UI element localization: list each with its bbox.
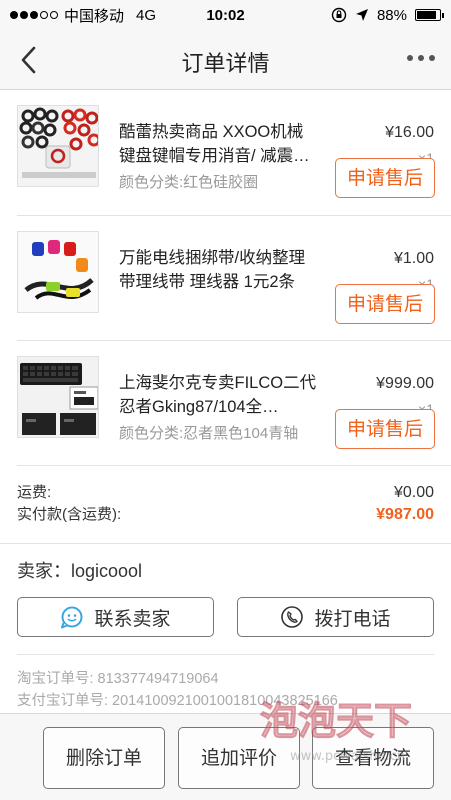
contact-actions: 联系卖家 拨打电话 <box>17 597 434 637</box>
battery-icon <box>415 9 444 21</box>
phone-icon <box>281 606 304 628</box>
chat-bubble-icon <box>61 606 83 629</box>
apply-after-sale-button[interactable]: 申请售后 <box>335 284 435 324</box>
divider <box>17 654 434 655</box>
contact-seller-button[interactable]: 联系卖家 <box>17 597 214 637</box>
delete-order-button[interactable]: 删除订单 <box>43 727 165 789</box>
apply-after-sale-button[interactable]: 申请售后 <box>335 158 435 198</box>
order-totals: 运费: ¥0.00 实付款(含运费): ¥987.00 <box>17 482 434 526</box>
product-price: ¥1.00 <box>393 250 434 267</box>
add-review-button[interactable]: 追加评价 <box>178 727 300 789</box>
status-bar: 中国移动 4G 10:02 88% <box>0 0 451 30</box>
product-attribute: 颜色分类:红色硅胶圈 <box>119 174 259 191</box>
product-image-keycap-rings[interactable] <box>17 105 99 187</box>
product-image-keyboard[interactable] <box>17 356 99 438</box>
apply-after-sale-button[interactable]: 申请售后 <box>335 409 435 449</box>
taobao-order-number: 淘宝订单号: 813377494719064 <box>17 671 219 687</box>
order-item[interactable]: 酷蕾热卖商品 XXOO机械键盘键帽专用消音/ 减震… 颜色分类:红色硅胶圈 ¥1… <box>17 90 451 216</box>
seller-name: 卖家：logicoool <box>17 561 143 581</box>
shipping-value: ¥0.00 <box>393 484 434 501</box>
network-type: 4G <box>136 6 157 24</box>
product-image-cable-ties[interactable] <box>17 231 99 313</box>
back-chevron-icon[interactable] <box>14 42 44 78</box>
product-title[interactable]: 上海斐尔克专卖FILCO二代忍者Gking87/104全… <box>119 371 319 419</box>
product-price: ¥999.00 <box>376 375 434 392</box>
more-options-icon[interactable] <box>407 55 435 61</box>
order-items-list: 酷蕾热卖商品 XXOO机械键盘键帽专用消音/ 减震… 颜色分类:红色硅胶圈 ¥1… <box>0 90 451 466</box>
signal-strength-icon <box>10 11 58 19</box>
paid-row: 实付款(含运费): ¥987.00 <box>17 504 434 526</box>
product-title[interactable]: 酷蕾热卖商品 XXOO机械键盘键帽专用消音/ 减震… <box>119 120 319 168</box>
shipping-label: 运费: <box>17 484 52 501</box>
bottom-action-bar: 删除订单 追加评价 查看物流 <box>0 713 451 800</box>
view-logistics-button[interactable]: 查看物流 <box>312 727 434 789</box>
product-title[interactable]: 万能电线捆绑带/收纳整理带理线带 理线器 1元2条 <box>119 246 319 294</box>
call-phone-label: 拨打电话 <box>314 607 391 630</box>
paid-label: 实付款(含运费): <box>17 506 122 523</box>
battery-percent: 88% <box>376 6 407 24</box>
order-numbers: 淘宝订单号: 813377494719064 支付宝订单号: 201410092… <box>17 668 338 712</box>
page-title: 订单详情 <box>181 51 270 76</box>
order-item[interactable]: 上海斐尔克专卖FILCO二代忍者Gking87/104全… 颜色分类:忍者黑色1… <box>17 341 451 466</box>
order-item[interactable]: 万能电线捆绑带/收纳整理带理线带 理线器 1元2条 ¥1.00 ×1 申请售后 <box>17 216 451 341</box>
carrier-name: 中国移动 <box>64 7 125 25</box>
rotation-lock-icon <box>331 7 347 23</box>
nav-bar: 订单详情 <box>0 30 451 90</box>
alipay-order-number: 支付宝订单号: 2014100921001001810043825166 <box>17 693 338 709</box>
call-phone-button[interactable]: 拨打电话 <box>237 597 434 637</box>
paid-value: ¥987.00 <box>376 506 434 523</box>
contact-seller-label: 联系卖家 <box>94 607 171 630</box>
product-attribute: 颜色分类:忍者黑色104青轴 <box>119 425 299 442</box>
product-price: ¥16.00 <box>385 124 434 141</box>
divider <box>0 543 451 544</box>
location-arrow-icon <box>355 9 368 21</box>
shipping-row: 运费: ¥0.00 <box>17 482 434 504</box>
